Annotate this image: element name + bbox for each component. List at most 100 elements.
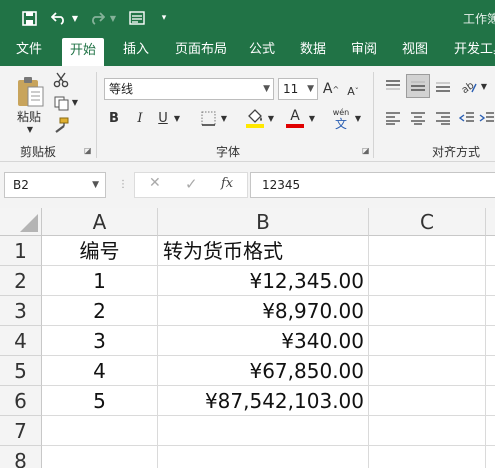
cell-c6[interactable] (369, 386, 486, 416)
cell-c3[interactable] (369, 296, 486, 326)
redo-dropdown-icon[interactable]: ▼ (108, 7, 118, 29)
increase-indent-icon[interactable] (479, 108, 495, 128)
tab-data[interactable]: 数据 (292, 36, 334, 66)
cut-icon[interactable] (52, 71, 70, 89)
row-header-2[interactable]: 2 (0, 266, 42, 296)
top-align-icon[interactable] (382, 76, 404, 96)
bold-button[interactable]: B (106, 108, 122, 128)
bottom-align-icon[interactable] (432, 76, 454, 96)
tab-view[interactable]: 视图 (394, 36, 436, 66)
row-header-6[interactable]: 6 (0, 386, 42, 416)
name-box[interactable]: B2 ▼ (4, 172, 106, 198)
column-header-d[interactable] (486, 208, 495, 236)
cell-d3[interactable] (486, 296, 495, 326)
cell-a8[interactable] (42, 446, 158, 468)
insert-function-icon[interactable]: fx (221, 176, 233, 191)
cell-b4[interactable]: ¥340.00 (158, 326, 369, 356)
cell-c8[interactable] (369, 446, 486, 468)
fill-color-icon[interactable] (244, 106, 266, 130)
cell-b7[interactable] (158, 416, 369, 446)
cell-a3[interactable]: 2 (42, 296, 158, 326)
orientation-icon[interactable]: ab (458, 76, 480, 96)
undo-dropdown-icon[interactable]: ▼ (70, 7, 80, 29)
cell-a4[interactable]: 3 (42, 326, 158, 356)
cancel-icon[interactable]: ✕ (149, 175, 161, 191)
column-header-a[interactable]: A (42, 208, 158, 236)
phonetic-guide-button[interactable]: wén 文 (330, 106, 352, 132)
cell-b3[interactable]: ¥8,970.00 (158, 296, 369, 326)
orientation-dropdown-icon[interactable]: ▼ (479, 80, 489, 92)
cell-a5[interactable]: 4 (42, 356, 158, 386)
paste-dropdown-icon[interactable]: ▼ (24, 124, 36, 134)
paste-button-label[interactable]: 粘贴 (14, 108, 44, 124)
cell-c4[interactable] (369, 326, 486, 356)
cell-a1[interactable]: 编号 (42, 236, 158, 266)
tab-review[interactable]: 审阅 (343, 36, 385, 66)
column-header-c[interactable]: C (369, 208, 486, 236)
save-icon[interactable] (18, 7, 40, 29)
row-header-1[interactable]: 1 (0, 236, 42, 266)
format-painter-icon[interactable] (52, 116, 70, 134)
row-header-5[interactable]: 5 (0, 356, 42, 386)
row-header-3[interactable]: 3 (0, 296, 42, 326)
borders-dropdown-icon[interactable]: ▼ (219, 112, 229, 124)
decrease-indent-icon[interactable] (456, 108, 478, 128)
row-header-8[interactable]: 8 (0, 446, 42, 468)
tab-insert[interactable]: 插入 (115, 36, 157, 66)
row-header-7[interactable]: 7 (0, 416, 42, 446)
cell-c5[interactable] (369, 356, 486, 386)
increase-font-size-button[interactable]: A ^ (322, 78, 340, 100)
cell-b6[interactable]: ¥87,542,103.00 (158, 386, 369, 416)
align-right-icon[interactable] (432, 108, 454, 128)
fill-color-dropdown-icon[interactable]: ▼ (266, 112, 276, 124)
cell-b2[interactable]: ¥12,345.00 (158, 266, 369, 296)
cell-c1[interactable] (369, 236, 486, 266)
middle-align-icon[interactable] (406, 74, 430, 98)
undo-icon[interactable] (48, 7, 70, 29)
phonetic-dropdown-icon[interactable]: ▼ (353, 112, 363, 124)
column-header-b[interactable]: B (158, 208, 369, 236)
font-name-combo[interactable]: 等线 ▼ (104, 78, 274, 100)
font-color-dropdown-icon[interactable]: ▼ (307, 112, 317, 124)
tab-home[interactable]: 开始 (62, 38, 105, 66)
align-left-icon[interactable] (382, 108, 404, 128)
copy-dropdown-icon[interactable]: ▼ (71, 96, 79, 108)
italic-button[interactable]: I (132, 108, 148, 128)
font-color-button[interactable]: A (284, 106, 306, 130)
cell-c7[interactable] (369, 416, 486, 446)
cell-a7[interactable] (42, 416, 158, 446)
underline-button[interactable]: U (155, 108, 171, 128)
borders-icon[interactable] (198, 108, 218, 128)
cell-d2[interactable] (486, 266, 495, 296)
tab-formulas[interactable]: 公式 (241, 36, 283, 66)
cell-b8[interactable] (158, 446, 369, 468)
font-launcher-icon[interactable]: ◪ (362, 146, 370, 155)
customize-qat-icon[interactable]: ▾ (158, 7, 170, 29)
cell-b5[interactable]: ¥67,850.00 (158, 356, 369, 386)
cell-b1[interactable]: 转为货币格式 (158, 236, 369, 266)
form-icon[interactable] (126, 7, 148, 29)
formula-input[interactable]: 12345 (250, 172, 495, 198)
tab-page-layout[interactable]: 页面布局 (167, 36, 235, 66)
cell-c2[interactable] (369, 266, 486, 296)
cell-d6[interactable] (486, 386, 495, 416)
splitter-dots-icon[interactable]: ⋮ (118, 179, 128, 190)
cell-a6[interactable]: 5 (42, 386, 158, 416)
row-header-4[interactable]: 4 (0, 326, 42, 356)
tab-developer[interactable]: 开发工具 (446, 36, 495, 66)
redo-icon[interactable] (86, 7, 108, 29)
cell-a2[interactable]: 1 (42, 266, 158, 296)
enter-icon[interactable]: ✓ (185, 175, 198, 193)
cell-d7[interactable] (486, 416, 495, 446)
font-size-combo[interactable]: 11 ▼ (278, 78, 318, 100)
decrease-font-size-button[interactable]: Aˇ (344, 80, 362, 102)
cell-d1[interactable] (486, 236, 495, 266)
copy-icon[interactable] (52, 94, 70, 112)
clipboard-launcher-icon[interactable]: ◪ (84, 146, 92, 155)
cell-d5[interactable] (486, 356, 495, 386)
underline-dropdown-icon[interactable]: ▼ (172, 112, 182, 124)
paste-icon[interactable] (12, 74, 48, 110)
cell-d4[interactable] (486, 326, 495, 356)
select-all-button[interactable] (0, 208, 42, 236)
tab-file[interactable]: 文件 (8, 36, 50, 66)
